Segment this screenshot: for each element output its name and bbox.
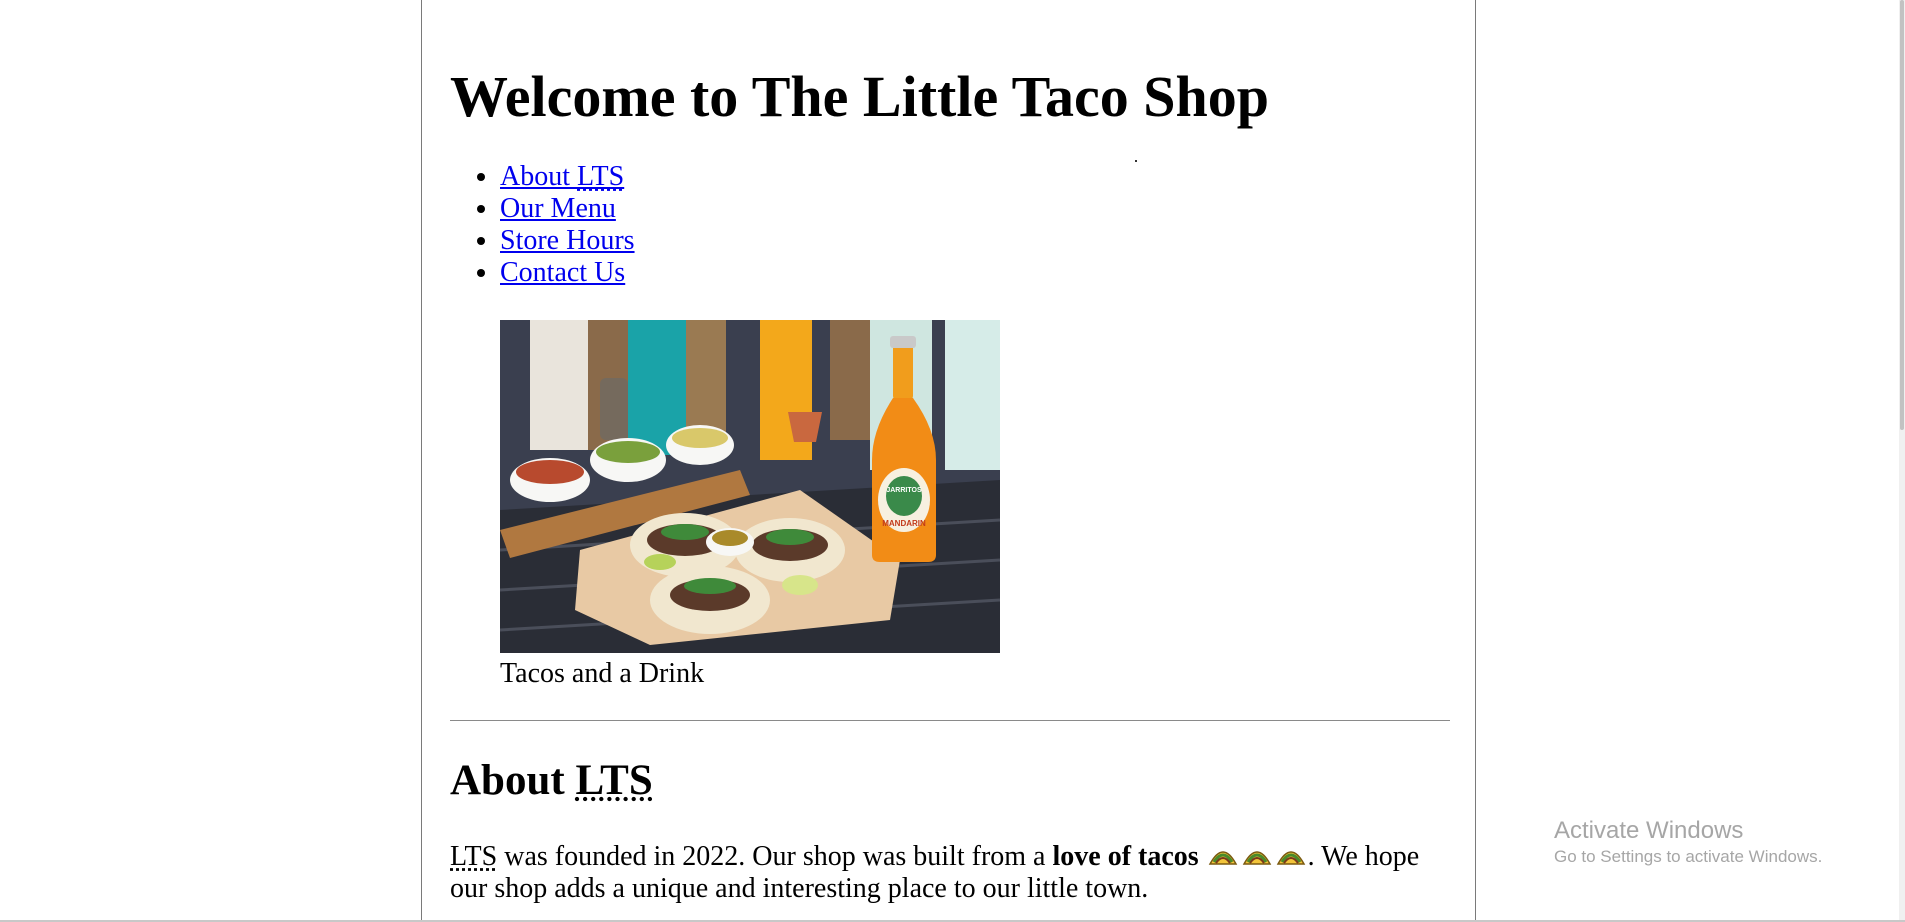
bottle-label-flavor: MANDARIN xyxy=(882,519,926,528)
nav-item-contact: Contact Us xyxy=(500,257,635,289)
nav-link-about-abbr: LTS xyxy=(577,161,625,192)
taco-icon xyxy=(1276,844,1306,868)
watermark-subtitle: Go to Settings to activate Windows. xyxy=(1554,847,1823,866)
nav-item-hours: Store Hours xyxy=(500,225,635,257)
about-heading-prefix: About xyxy=(450,757,576,804)
nav-link-about[interactable]: About LTS xyxy=(500,161,624,192)
figure-caption: Tacos and a Drink xyxy=(500,658,705,689)
watermark-title: Activate Windows xyxy=(1554,817,1744,844)
nav-link-about-prefix: About xyxy=(500,161,577,192)
about-paragraph: LTS was founded in 2022. Our shop was bu… xyxy=(450,841,1440,905)
tacos-figure: MANDARIN JARRITOS xyxy=(500,320,1000,653)
nav-link-menu[interactable]: Our Menu xyxy=(500,193,616,224)
activate-windows-watermark: Activate Windows Go to Settings to activ… xyxy=(1554,816,1822,868)
browser-viewport: Welcome to The Little Taco Shop About LT… xyxy=(0,0,1905,922)
scrollbar-thumb[interactable] xyxy=(1900,0,1904,430)
page-column: Welcome to The Little Taco Shop About LT… xyxy=(421,0,1476,922)
taco-icon xyxy=(1208,844,1238,868)
nav-link-hours[interactable]: Store Hours xyxy=(500,225,635,256)
about-text-part1: was founded in 2022. Our shop was built … xyxy=(497,841,1053,872)
nav-item-menu: Our Menu xyxy=(500,193,635,225)
vertical-scrollbar[interactable] xyxy=(1899,0,1905,922)
page-title: Welcome to The Little Taco Shop xyxy=(450,64,1270,129)
about-heading-abbr: LTS xyxy=(575,757,653,804)
about-heading: About LTS xyxy=(450,756,653,806)
stray-dot xyxy=(1135,160,1137,162)
tacos-photo-illustration: MANDARIN JARRITOS xyxy=(500,320,1000,653)
nav-item-about: About LTS xyxy=(500,161,635,193)
about-text-abbr: LTS xyxy=(450,841,498,872)
nav-link-contact[interactable]: Contact Us xyxy=(500,257,625,288)
taco-icon xyxy=(1242,844,1272,868)
bottle-label-brand: JARRITOS xyxy=(886,487,922,494)
section-divider xyxy=(450,720,1450,721)
about-text-bold: love of tacos xyxy=(1052,841,1199,872)
nav-list: About LTS Our Menu Store Hours Contact U… xyxy=(450,161,635,289)
tacos-photo: MANDARIN JARRITOS xyxy=(500,320,1000,653)
